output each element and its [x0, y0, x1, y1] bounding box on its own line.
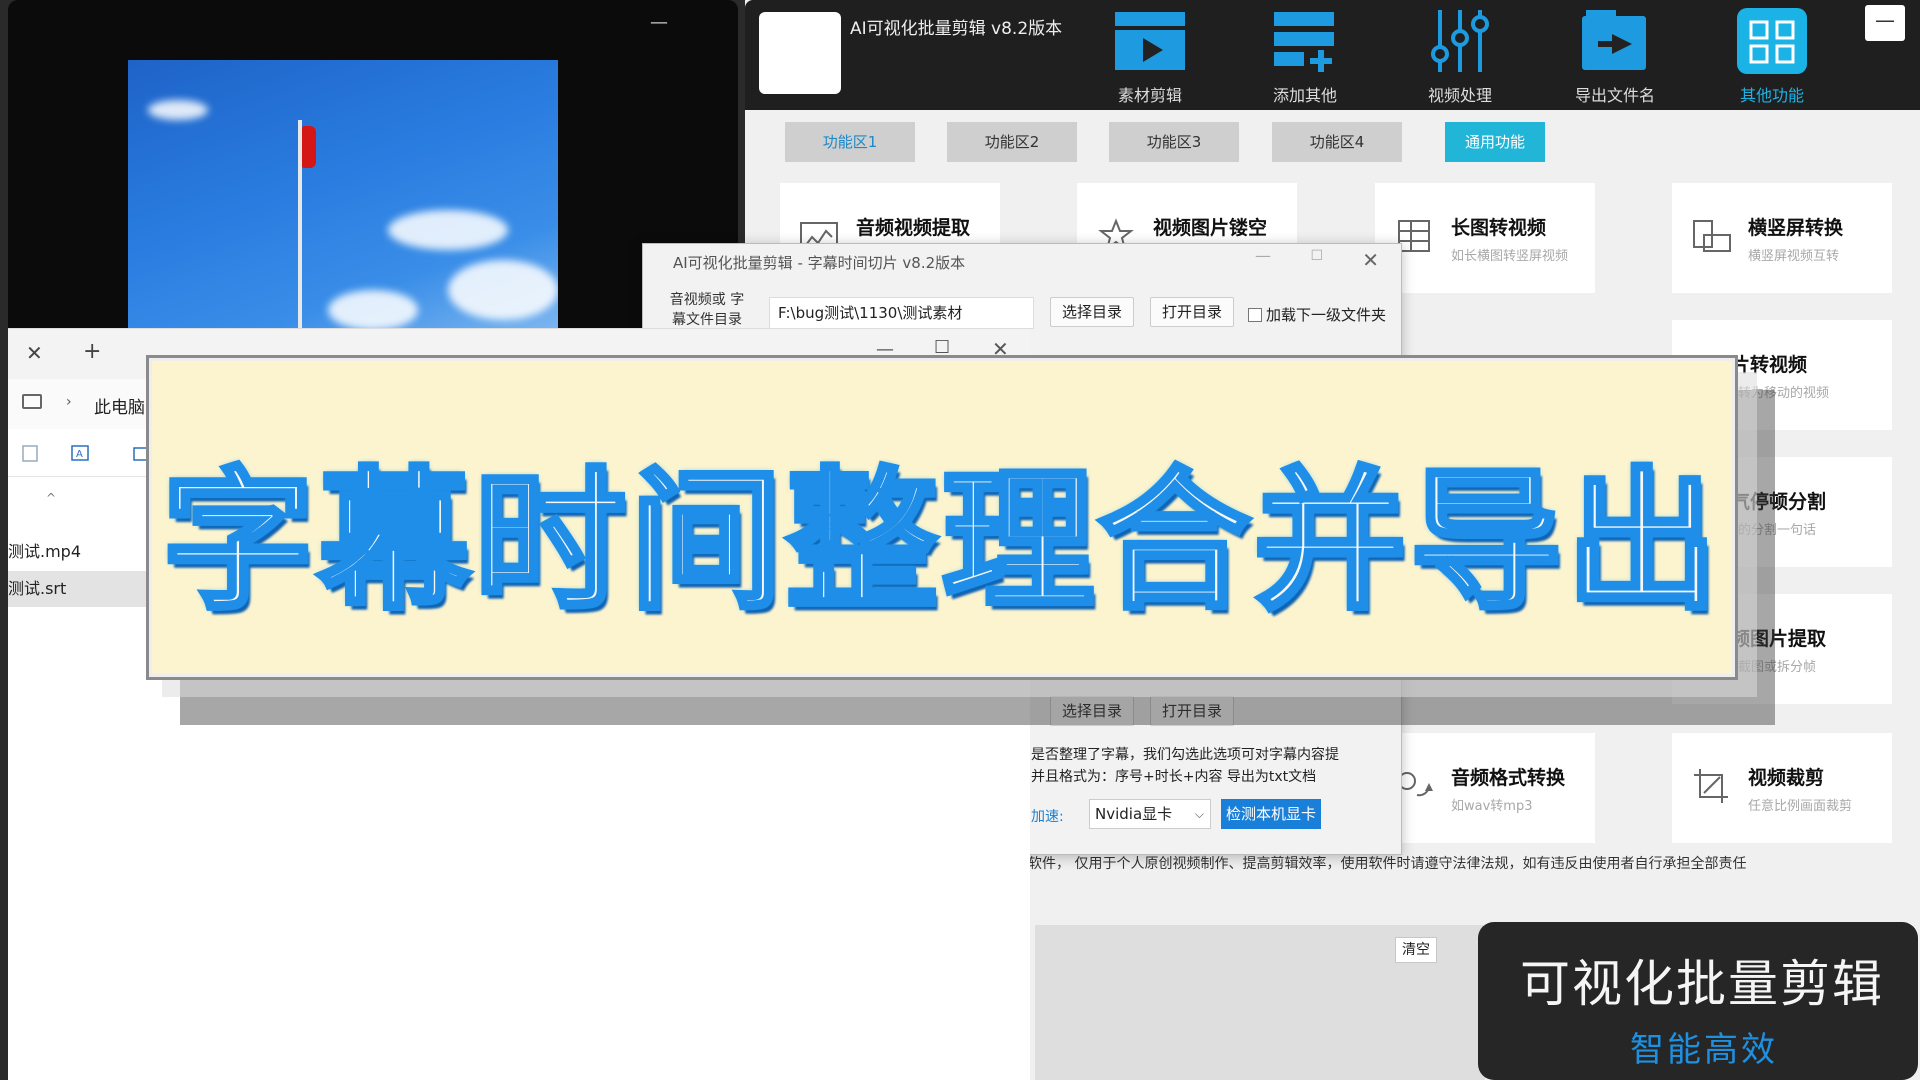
- tab-area-1[interactable]: 功能区1: [785, 122, 915, 162]
- card-title: 视频裁剪: [1748, 767, 1825, 789]
- card-long-image[interactable]: 长图转视频 如长横图转竖屏视频: [1375, 183, 1595, 293]
- checkbox-icon: [1248, 308, 1262, 322]
- detect-gpu-button[interactable]: 检测本机显卡: [1221, 799, 1321, 829]
- gpu-select[interactable]: Nvidia显卡 ⌵: [1089, 799, 1211, 829]
- toolbar-label: 其他功能: [1739, 86, 1804, 105]
- promo-title: 可视化批量剪辑: [1520, 955, 1884, 1013]
- add-list-icon: [1274, 12, 1334, 72]
- toolbar-clip-button[interactable]: 素材剪辑: [1095, 8, 1205, 106]
- toolbar-add-button[interactable]: 添加其他: [1250, 8, 1360, 106]
- choose-dir-button[interactable]: 选择目录: [1050, 297, 1134, 327]
- new-tab-icon[interactable]: +: [83, 339, 101, 364]
- sort-caret-icon[interactable]: ^: [46, 491, 56, 505]
- file-item-selected[interactable]: 测试.srt: [8, 571, 148, 607]
- load-subfolder-checkbox[interactable]: 加载下一级文件夹: [1248, 304, 1386, 325]
- title-banner: 字幕时间整理合并导出: [146, 355, 1738, 680]
- clear-button[interactable]: 清空: [1395, 937, 1437, 963]
- breadcrumb[interactable]: 此电脑: [94, 393, 145, 418]
- minimize-button[interactable]: —: [650, 12, 668, 33]
- card-title: 横竖屏转换: [1748, 217, 1844, 239]
- tab-general[interactable]: 通用功能: [1445, 122, 1545, 162]
- clapperboard-icon: [1115, 12, 1185, 70]
- organize-note-line1: 是否整理了字幕，我们勾选此选项可对字幕内容提: [1031, 747, 1339, 763]
- card-rotate-screen[interactable]: 横竖屏转换 横竖屏视频互转: [1672, 183, 1892, 293]
- toolbar-label: 添加其他: [1272, 86, 1337, 105]
- toolbar-label: 素材剪辑: [1117, 86, 1182, 105]
- app-header: AI可视化批量剪辑 v8.2版本 素材剪辑 添加其他 视频处理 导出文件名 其他…: [745, 0, 1920, 110]
- tab-close-icon[interactable]: ✕: [26, 341, 43, 365]
- chevron-right-icon[interactable]: ›: [66, 394, 72, 410]
- banner-title: 字幕时间整理合并导出: [160, 451, 1722, 633]
- export-file-icon: [1582, 10, 1646, 70]
- source-dir-input[interactable]: F:\bug测试\1130\测试素材: [769, 297, 1034, 329]
- app-title: AI可视化批量剪辑 v8.2版本: [850, 19, 1063, 39]
- card-title: 长图转视频: [1451, 217, 1547, 239]
- card-subtitle: 横竖屏视频互转: [1748, 249, 1840, 264]
- accel-label: 加速:: [1031, 809, 1064, 825]
- source-dir-label: 音视频或 字幕文件目录: [669, 292, 745, 328]
- toolbar-label: 导出文件名: [1574, 86, 1655, 105]
- crop-icon: [1694, 769, 1728, 803]
- open-dir-button[interactable]: 打开目录: [1150, 297, 1234, 327]
- flag-photo: [128, 60, 558, 330]
- paste-icon[interactable]: [20, 444, 40, 462]
- promo-badge: 可视化批量剪辑 智能高效: [1478, 922, 1918, 1080]
- checkbox-label: 加载下一级文件夹: [1266, 306, 1387, 324]
- dialog-title: AI可视化批量剪辑 - 字幕时间切片 v8.2版本: [673, 254, 966, 272]
- rotate-screen-icon: [1693, 220, 1731, 252]
- file-item[interactable]: 测试.mp4: [8, 534, 148, 570]
- gpu-select-value: Nvidia显卡: [1095, 805, 1173, 823]
- organize-note-line2: 并且格式为：序号+时长+内容 导出为txt文档: [1031, 769, 1317, 785]
- card-title: 音频格式转换: [1451, 767, 1566, 789]
- card-crop[interactable]: 视频裁剪 任意比例画面裁剪: [1672, 733, 1892, 843]
- promo-subtitle: 智能高效: [1630, 1030, 1778, 1070]
- dialog-maximize-button[interactable]: ☐: [1310, 248, 1323, 264]
- computer-icon: [22, 394, 42, 409]
- file-name: 测试.srt: [8, 579, 67, 598]
- card-title: 音频视频提取: [856, 217, 971, 239]
- rename-icon[interactable]: A: [70, 444, 90, 462]
- sliders-icon: [1431, 10, 1489, 72]
- chevron-down-icon: ⌵: [1194, 807, 1204, 821]
- disclaimer-text: 软件， 仅用于个人原创视频制作、提高剪辑效率，使用软件时请遵守法律法规，如有违反…: [1028, 856, 1747, 872]
- file-name: 测试.mp4: [8, 542, 82, 561]
- card-subtitle: 如长横图转竖屏视频: [1451, 249, 1569, 264]
- photo-preview-window: —: [8, 0, 738, 330]
- tab-area-3[interactable]: 功能区3: [1109, 122, 1239, 162]
- card-subtitle: 如wav转mp3: [1451, 799, 1533, 814]
- grid-icon: [1737, 8, 1807, 74]
- toolbar-video-button[interactable]: 视频处理: [1405, 8, 1515, 106]
- app-minimize-button[interactable]: —: [1865, 5, 1905, 41]
- card-audio-convert[interactable]: 音频格式转换 如wav转mp3: [1375, 733, 1595, 843]
- tab-area-2[interactable]: 功能区2: [947, 122, 1077, 162]
- toolbar-label: 视频处理: [1427, 86, 1492, 105]
- app-logo: [759, 12, 841, 94]
- dialog-minimize-button[interactable]: —: [1255, 246, 1271, 265]
- toolbar-export-button[interactable]: 导出文件名: [1560, 8, 1670, 106]
- dialog-close-button[interactable]: ✕: [1362, 248, 1379, 272]
- card-title: 视频图片镂空: [1153, 217, 1268, 239]
- toolbar-other-button[interactable]: 其他功能: [1717, 8, 1827, 106]
- svg-text:A: A: [76, 449, 83, 460]
- card-subtitle: 任意比例画面裁剪: [1748, 799, 1853, 814]
- tab-area-4[interactable]: 功能区4: [1272, 122, 1402, 162]
